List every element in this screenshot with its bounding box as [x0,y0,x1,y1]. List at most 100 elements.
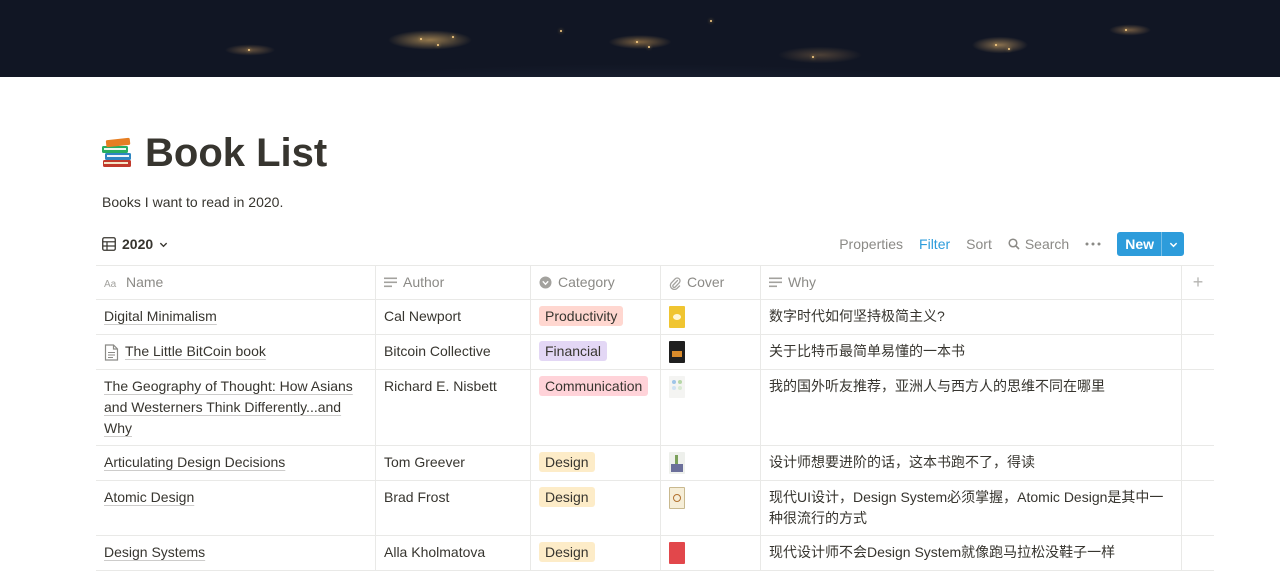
cover-thumbnail[interactable] [669,341,685,363]
view-switcher[interactable]: 2020 [102,233,168,255]
new-button[interactable]: New [1117,232,1161,256]
category-tag: Financial [539,341,608,361]
cover-thumbnail[interactable] [669,542,685,564]
filter-button[interactable]: Filter [919,236,950,252]
table-row[interactable]: The Geography of Thought: How Asians and… [96,370,1214,446]
paperclip-icon [669,276,681,290]
plus-icon: + [1192,272,1204,292]
category-cell[interactable]: Productivity [531,300,661,334]
cover-cell[interactable] [661,536,761,570]
category-cell[interactable]: Design [531,481,661,535]
search-icon [1008,238,1020,250]
category-cell[interactable]: Financial [531,335,661,369]
search-button[interactable]: Search [1008,236,1069,252]
name-cell[interactable]: Design Systems [96,536,376,570]
cover-thumbnail[interactable] [669,452,685,474]
cover-cell[interactable] [661,335,761,369]
author-cell[interactable]: Alla Kholmatova [376,536,531,570]
page-title[interactable]: Book List [145,128,327,178]
author-cell[interactable]: Bitcoin Collective [376,335,531,369]
category-cell[interactable]: Design [531,446,661,480]
text-property-icon [769,277,782,288]
text-property-icon [384,277,397,288]
table-row[interactable]: Atomic Design Brad Frost Design 现代UI设计，D… [96,481,1214,536]
book-title[interactable]: Articulating Design Decisions [104,454,285,470]
column-label: Category [558,274,615,290]
table-view-icon [102,237,116,251]
column-label: Cover [687,274,725,290]
column-header-author[interactable]: Author [376,266,531,299]
book-title[interactable]: The Geography of Thought: How Asians and… [104,378,353,436]
name-cell[interactable]: The Little BitCoin book [96,335,376,369]
book-table: Aa Name Author Category Cover Why + Digi… [96,265,1214,571]
add-property-button[interactable]: + [1182,266,1214,299]
category-tag: Design [539,487,595,507]
cover-cell[interactable] [661,446,761,480]
table-header: Aa Name Author Category Cover Why + [96,266,1214,300]
category-cell[interactable]: Communication [531,370,661,445]
why-cell[interactable]: 我的国外听友推荐，亚洲人与西方人的思维不同在哪里 [761,370,1182,445]
cover-thumbnail[interactable] [669,306,685,328]
chevron-down-icon [1169,242,1177,247]
name-cell[interactable]: Digital Minimalism [96,300,376,334]
properties-button[interactable]: Properties [839,236,903,252]
cover-cell[interactable] [661,481,761,535]
svg-text:Aa: Aa [104,279,117,289]
empty-cell [1182,481,1214,535]
why-cell[interactable]: 设计师想要进阶的话，这本书跑不了，得读 [761,446,1182,480]
table-row[interactable]: Digital Minimalism Cal Newport Productiv… [96,300,1214,335]
column-label: Name [126,274,164,290]
table-row[interactable]: The Little BitCoin book Bitcoin Collecti… [96,335,1214,370]
select-property-icon [539,276,552,289]
page-cover-image[interactable] [0,0,1280,77]
chevron-down-icon [160,242,168,247]
author-cell[interactable]: Richard E. Nisbett [376,370,531,445]
why-cell[interactable]: 数字时代如何坚持极简主义? [761,300,1182,334]
book-title[interactable]: Atomic Design [104,489,194,505]
column-header-cover[interactable]: Cover [661,266,761,299]
author-cell[interactable]: Cal Newport [376,300,531,334]
title-property-icon: Aa [104,279,117,289]
cover-cell[interactable] [661,300,761,334]
column-header-name[interactable]: Aa Name [96,266,376,299]
view-name: 2020 [122,236,154,252]
new-dropdown-button[interactable] [1161,232,1184,256]
empty-cell [1182,300,1214,334]
why-cell[interactable]: 现代UI设计，Design System必须掌握，Atomic Design是其… [761,481,1182,535]
category-tag: Design [539,542,595,562]
cover-thumbnail[interactable] [669,376,685,398]
page-document-icon [104,344,119,361]
book-title[interactable]: Design Systems [104,544,205,560]
sort-button[interactable]: Sort [966,236,992,252]
database-toolbar: Properties Filter Sort Search New [823,231,1184,257]
name-cell[interactable]: The Geography of Thought: How Asians and… [96,370,376,445]
page-description[interactable]: Books I want to read in 2020. [102,193,283,211]
table-row[interactable]: Articulating Design Decisions Tom Greeve… [96,446,1214,481]
more-options-button[interactable] [1085,242,1101,246]
column-label: Author [403,274,445,290]
new-button-group: New [1117,232,1184,256]
category-cell[interactable]: Design [531,536,661,570]
column-header-why[interactable]: Why [761,266,1182,299]
cover-cell[interactable] [661,370,761,445]
author-cell[interactable]: Tom Greever [376,446,531,480]
table-row[interactable]: Design Systems Alla Kholmatova Design 现代… [96,536,1214,571]
empty-cell [1182,335,1214,369]
empty-cell [1182,536,1214,570]
book-title[interactable]: Digital Minimalism [104,308,217,324]
column-label: Why [788,274,816,290]
author-cell[interactable]: Brad Frost [376,481,531,535]
more-horizontal-icon [1085,242,1101,246]
name-cell[interactable]: Articulating Design Decisions [96,446,376,480]
name-cell[interactable]: Atomic Design [96,481,376,535]
why-cell[interactable]: 关于比特币最简单易懂的一本书 [761,335,1182,369]
category-tag: Productivity [539,306,624,326]
empty-cell [1182,370,1214,445]
books-emoji-icon[interactable] [100,136,134,170]
empty-cell [1182,446,1214,480]
category-tag: Communication [539,376,649,396]
why-cell[interactable]: 现代设计师不会Design System就像跑马拉松没鞋子一样 [761,536,1182,570]
book-title[interactable]: The Little BitCoin book [125,341,266,362]
cover-thumbnail[interactable] [669,487,685,509]
column-header-category[interactable]: Category [531,266,661,299]
